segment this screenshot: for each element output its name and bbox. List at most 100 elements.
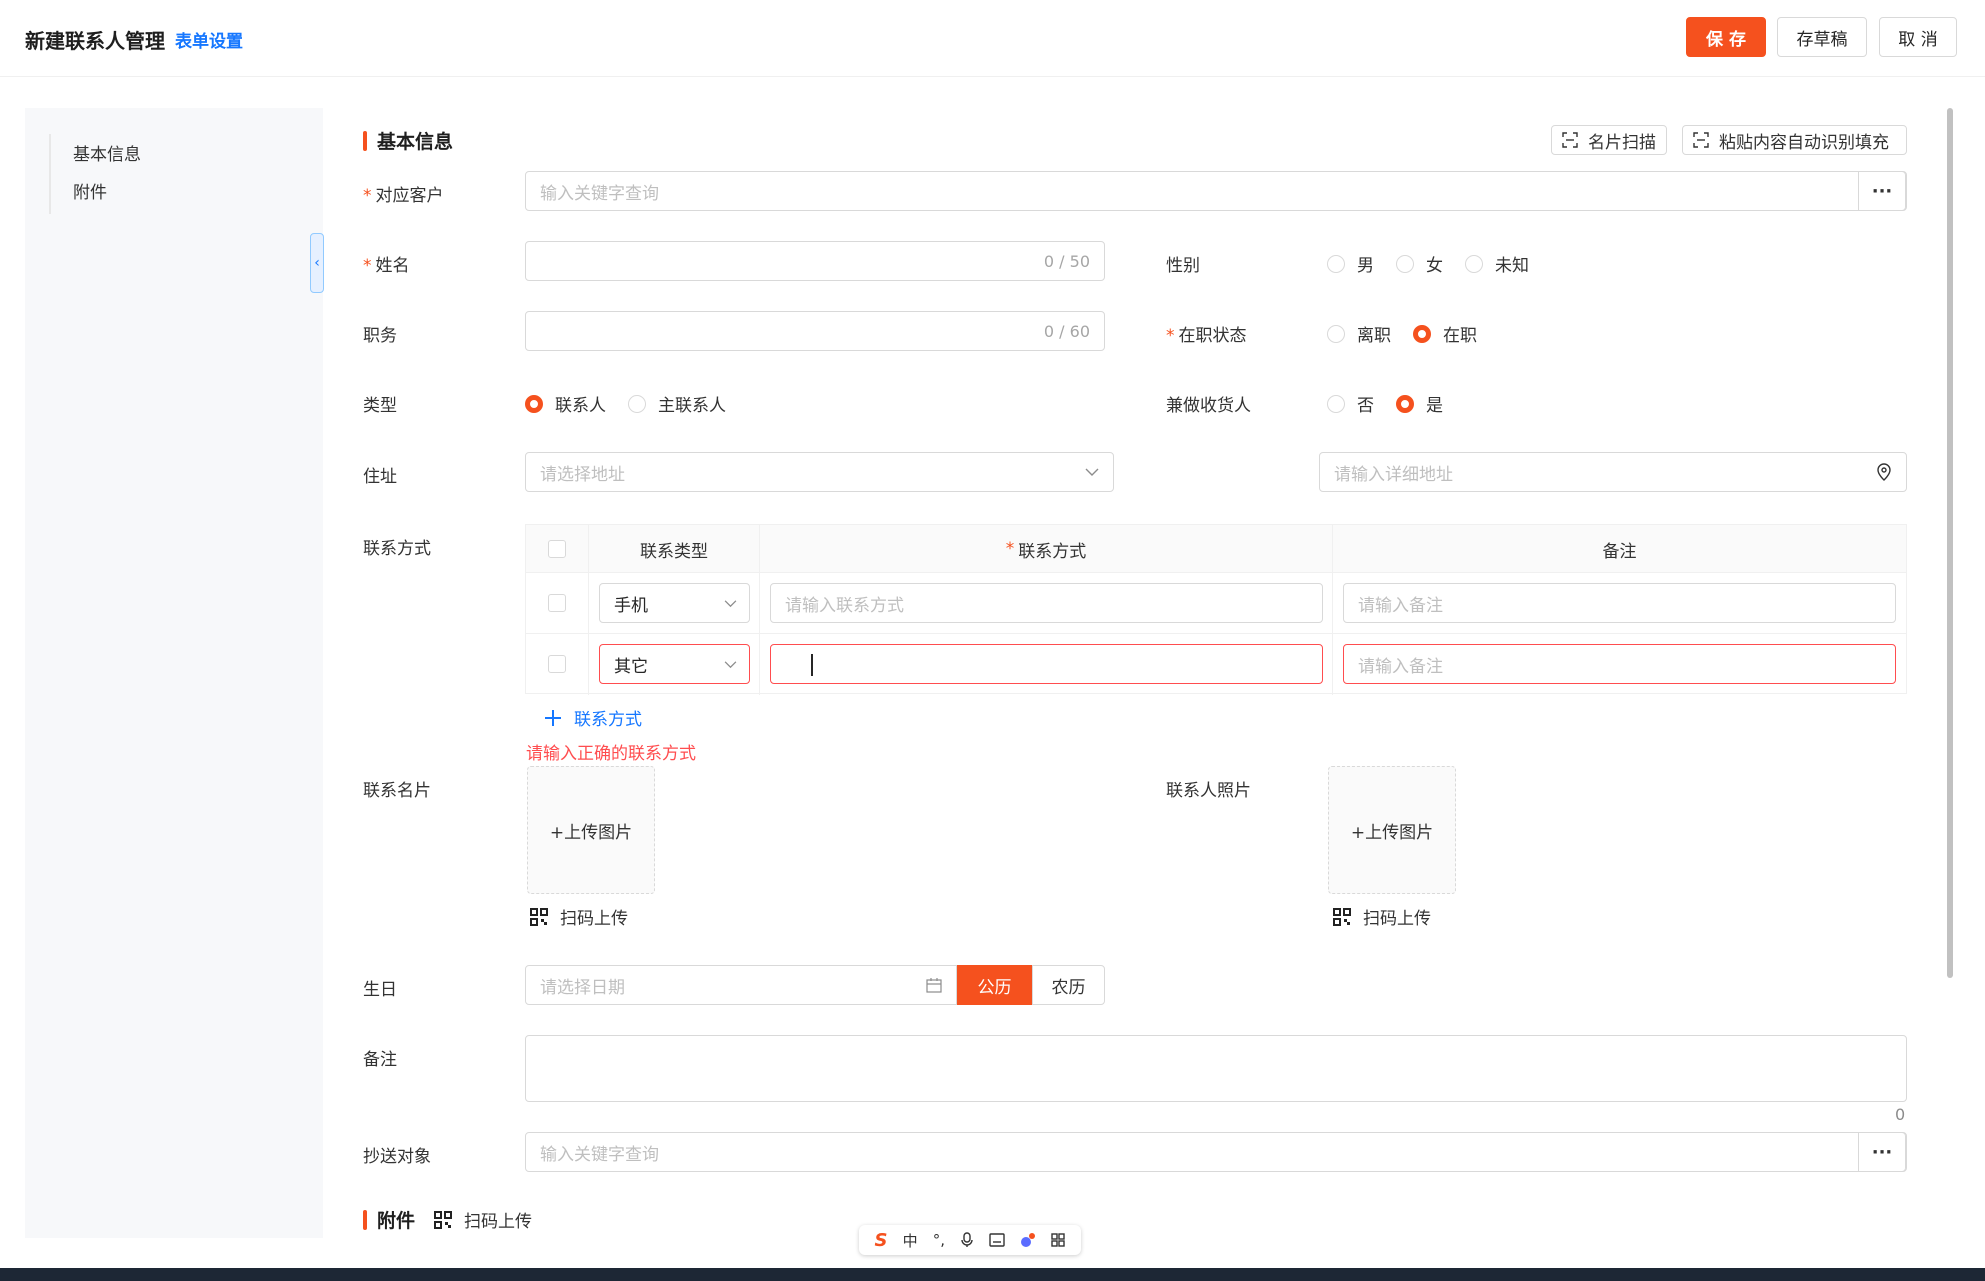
- ime-logo[interactable]: S: [875, 1230, 888, 1251]
- receiver-label: 兼做收货人: [1166, 396, 1251, 416]
- contact-note-input[interactable]: 请输入备注: [1343, 644, 1896, 684]
- contact-type-select[interactable]: 其它: [599, 644, 750, 684]
- scan-icon: [1562, 132, 1578, 148]
- collapse-nav-icon[interactable]: ‹: [310, 233, 324, 293]
- customer-label: * 对应客户: [363, 186, 444, 206]
- page-scrollbar[interactable]: [1947, 108, 1953, 978]
- keyboard-icon[interactable]: [989, 1233, 1005, 1247]
- row-checkbox[interactable]: [548, 655, 566, 673]
- gender-label: 性别: [1166, 256, 1200, 276]
- save-draft-button[interactable]: 存草稿: [1777, 17, 1867, 57]
- section-basic-info-title: 基本信息: [377, 131, 454, 153]
- contact-type-select[interactable]: 手机: [599, 583, 750, 623]
- card-scan-upload-link[interactable]: 扫码上传: [530, 904, 628, 929]
- contact-note-input[interactable]: 请输入备注: [1343, 583, 1896, 623]
- photo-scan-upload-link[interactable]: 扫码上传: [1333, 904, 1431, 929]
- form-settings-link[interactable]: 表单设置: [175, 27, 243, 52]
- side-nav-item-attachments[interactable]: 附件: [73, 178, 107, 203]
- birthday-date-picker[interactable]: 请选择日期: [525, 965, 957, 1005]
- remark-label: 备注: [363, 1050, 397, 1070]
- select-all-checkbox[interactable]: [548, 540, 566, 558]
- ime-toolbar: S 中 °,: [859, 1225, 1081, 1255]
- cancel-button[interactable]: 取 消: [1879, 17, 1957, 57]
- employment-label: * 在职状态: [1166, 326, 1247, 346]
- chevron-down-icon: [724, 660, 737, 668]
- gender-option-male[interactable]: 男: [1327, 251, 1374, 276]
- section-accent-bar: [363, 1209, 367, 1230]
- contact-label: 联系方式: [363, 539, 431, 559]
- paste-recognize-button[interactable]: 粘贴内容自动识别填充: [1682, 125, 1907, 155]
- mic-icon[interactable]: [960, 1232, 974, 1248]
- skin-icon[interactable]: [1020, 1232, 1036, 1248]
- chevron-down-icon: [1085, 468, 1099, 476]
- name-input[interactable]: 0 / 50: [525, 241, 1105, 281]
- address-region-select[interactable]: 请选择地址: [525, 452, 1114, 492]
- gender-radio-group: 男 女 未知: [1327, 251, 1551, 276]
- receiver-option-yes[interactable]: 是: [1396, 391, 1443, 416]
- column-header-method: * 联系方式: [760, 525, 1333, 573]
- save-button[interactable]: 保 存: [1686, 17, 1766, 57]
- employment-option-resigned[interactable]: 离职: [1327, 321, 1391, 346]
- cc-input[interactable]: 输入关键字查询 ···: [525, 1132, 1907, 1172]
- address-label: 住址: [363, 467, 397, 487]
- card-scan-button[interactable]: 名片扫描: [1551, 125, 1667, 155]
- grid-icon[interactable]: [1051, 1233, 1066, 1247]
- remark-textarea[interactable]: [525, 1035, 1907, 1102]
- location-pin-icon[interactable]: [1876, 463, 1892, 481]
- receiver-option-no[interactable]: 否: [1327, 391, 1374, 416]
- position-input[interactable]: 0 / 60: [525, 311, 1105, 351]
- contact-value-input[interactable]: 请输入联系方式: [770, 583, 1323, 623]
- gender-option-female[interactable]: 女: [1396, 251, 1443, 276]
- card-scan-label: 扫码上传: [560, 909, 628, 929]
- column-header-note: 备注: [1602, 541, 1637, 562]
- plus-icon: [545, 709, 561, 726]
- qr-code-icon: [434, 1210, 452, 1229]
- employment-option-employed[interactable]: 在职: [1413, 321, 1477, 346]
- photo-upload-button[interactable]: +上传图片: [1328, 766, 1456, 894]
- attachments-scan-upload-link[interactable]: 扫码上传: [434, 1207, 532, 1232]
- add-contact-method-button[interactable]: 联系方式: [544, 705, 642, 730]
- section-attachments: 附件: [363, 1206, 415, 1233]
- add-contact-method-label: 联系方式: [574, 710, 642, 730]
- customer-placeholder: 输入关键字查询: [540, 183, 659, 204]
- header-checkbox-cell: [526, 525, 589, 573]
- ime-punctuation-toggle[interactable]: °,: [933, 1231, 945, 1249]
- column-header-type: 联系类型: [589, 525, 760, 573]
- name-counter: 0 / 50: [1043, 251, 1090, 271]
- receiver-radio-group: 否 是: [1327, 391, 1465, 416]
- attachments-scan-label: 扫码上传: [464, 1212, 532, 1232]
- address-detail-input[interactable]: 请输入详细地址: [1319, 452, 1907, 492]
- customer-input[interactable]: 输入关键字查询 ···: [525, 171, 1907, 211]
- card-upload-button[interactable]: +上传图片: [527, 766, 655, 894]
- birthday-label: 生日: [363, 980, 397, 1000]
- employment-radio-group: 离职 在职: [1327, 321, 1499, 346]
- top-bar: 新建联系人管理 表单设置 保 存 存草稿 取 消: [0, 0, 1985, 77]
- type-radio-group: 联系人 主联系人: [525, 391, 748, 416]
- contact-value-input[interactable]: [770, 644, 1323, 684]
- ime-mode-toggle[interactable]: 中: [903, 1230, 918, 1251]
- address-detail-placeholder: 请输入详细地址: [1334, 464, 1453, 485]
- side-nav-track: [49, 134, 51, 214]
- section-basic-info: 基本信息: [363, 127, 453, 154]
- chevron-down-icon: [724, 599, 737, 607]
- row-checkbox[interactable]: [548, 594, 566, 612]
- customer-more-button[interactable]: ···: [1858, 171, 1906, 211]
- photo-label: 联系人照片: [1166, 781, 1251, 801]
- card-scan-label: 名片扫描: [1588, 132, 1656, 153]
- cc-more-button[interactable]: ···: [1858, 1132, 1906, 1172]
- position-counter: 0 / 60: [1043, 321, 1090, 341]
- address-region-placeholder: 请选择地址: [540, 464, 625, 485]
- paste-recognize-label: 粘贴内容自动识别填充: [1719, 132, 1889, 153]
- contact-error-message: 请输入正确的联系方式: [526, 744, 696, 764]
- calendar-icon: [926, 978, 942, 993]
- section-accent-bar: [363, 130, 367, 151]
- calendar-solar-toggle[interactable]: 公历: [957, 965, 1032, 1005]
- type-option-primary-contact[interactable]: 主联系人: [628, 391, 726, 416]
- side-nav-item-basic-info[interactable]: 基本信息: [73, 140, 141, 165]
- cc-placeholder: 输入关键字查询: [540, 1144, 659, 1165]
- table-row: 其它 请输入备注: [526, 634, 1906, 695]
- gender-option-unknown[interactable]: 未知: [1465, 251, 1529, 276]
- calendar-lunar-toggle[interactable]: 农历: [1032, 965, 1105, 1005]
- qr-code-icon: [530, 907, 548, 926]
- type-option-contact[interactable]: 联系人: [525, 391, 606, 416]
